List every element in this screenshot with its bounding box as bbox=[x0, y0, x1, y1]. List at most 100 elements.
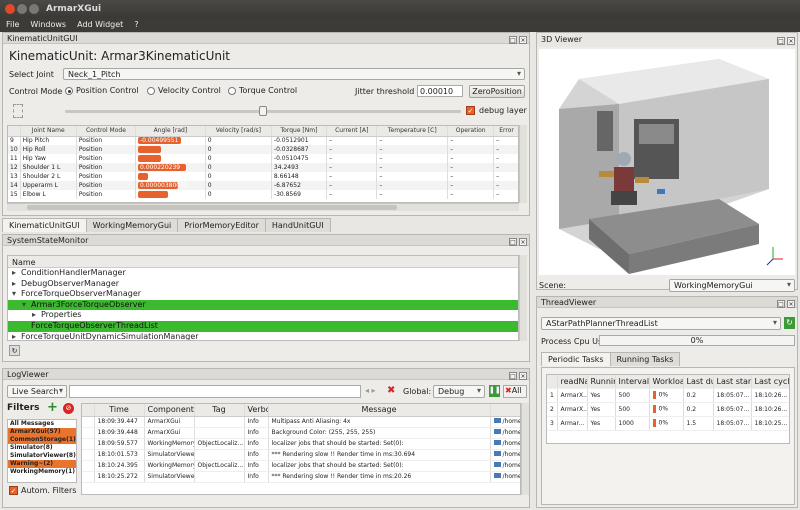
tree-arrow-icon[interactable]: ▾ bbox=[12, 289, 21, 300]
table-row[interactable]: 18:10:01.573 SimulatorViewer Info *** Rende… bbox=[82, 449, 520, 461]
global-level-select[interactable]: Debug bbox=[433, 385, 485, 398]
add-filter-icon[interactable]: + bbox=[47, 401, 58, 414]
table-row[interactable]: 18:09:39.447 ArmarXGui Info Multipass Anti … bbox=[82, 416, 520, 428]
thread-list-select[interactable]: AStarPathPlannerThreadList bbox=[541, 317, 781, 330]
tree-item[interactable]: ▸ ForceTorqueUnitDynamicSimulationManager bbox=[8, 332, 518, 340]
filter-item[interactable]: Warning~(2) bbox=[8, 460, 76, 468]
col-header[interactable] bbox=[547, 375, 558, 389]
table-row[interactable]: 15 Elbow L Position 0 -30.8569– – – – bbox=[8, 190, 518, 199]
refresh-icon[interactable]: ↻ bbox=[9, 345, 20, 356]
log-file[interactable]: /home/ bbox=[490, 460, 520, 472]
col-header[interactable]: Component bbox=[144, 404, 195, 417]
maximize-icon[interactable] bbox=[29, 4, 39, 14]
pause-icon[interactable]: ❚❚ bbox=[489, 385, 501, 397]
joint-table-scrollbar[interactable] bbox=[519, 125, 527, 203]
nav-arrows-icon[interactable]: ◂ ▸ bbox=[365, 386, 376, 395]
tab-handunitgui[interactable]: HandUnitGUI bbox=[264, 218, 331, 232]
tree-item[interactable]: ▾ Armar3ForceTorqueObserver bbox=[8, 299, 518, 311]
col-header[interactable]: Last duration bbox=[683, 375, 714, 389]
col-header[interactable]: Control Mode bbox=[76, 126, 137, 137]
col-header[interactable]: Tag bbox=[194, 404, 245, 417]
col-header[interactable] bbox=[490, 404, 520, 417]
table-row[interactable]: 1 ArmarX... Yes 500 0% 0.2 18:05:07... 18:10:26… bbox=[547, 388, 789, 403]
table-row[interactable]: 10 Hip Roll Position 0 -0.0328687– – – – bbox=[8, 145, 518, 154]
tab-workingmemorygui[interactable]: WorkingMemoryGui bbox=[85, 218, 179, 232]
table-row[interactable]: 18:10:24.395 WorkingMemory ObjectLocaliz..… bbox=[82, 460, 520, 472]
filter-item[interactable]: Simulator(8) bbox=[8, 444, 76, 452]
tree-item[interactable]: ▸ DebugObserverManager bbox=[8, 279, 518, 290]
close-icon[interactable] bbox=[5, 4, 15, 14]
table-row[interactable]: 18:09:59.577 WorkingMemory ObjectLocaliz..… bbox=[82, 438, 520, 450]
joint-slider-handle[interactable] bbox=[259, 106, 267, 116]
clear-search-icon[interactable]: ✖ bbox=[387, 385, 398, 397]
search-mode-select[interactable]: Live Search bbox=[7, 385, 67, 398]
col-header[interactable]: Workload bbox=[649, 375, 684, 389]
tree-item[interactable]: ▸ ConditionHandlerManager bbox=[8, 268, 518, 279]
tree-arrow-icon[interactable]: ▾ bbox=[22, 300, 31, 311]
close-icon[interactable]: × bbox=[519, 372, 527, 380]
menu-help[interactable]: ? bbox=[128, 18, 143, 29]
debug-layer-checkbox[interactable]: ✓ bbox=[466, 106, 475, 115]
col-header[interactable]: Operation bbox=[447, 126, 495, 137]
filter-item[interactable]: All Messages bbox=[8, 420, 76, 428]
table-row[interactable]: 14 Upperarm L Position 0.00000380032 0 -6.876… bbox=[8, 181, 518, 190]
tab-running-tasks[interactable]: Running Tasks bbox=[609, 352, 681, 366]
close-icon[interactable]: × bbox=[519, 36, 527, 44]
menu-add-widget[interactable]: Add Widget bbox=[71, 18, 128, 29]
tree-item[interactable]: ▾ ForceTorqueObserverManager bbox=[8, 289, 518, 300]
col-header[interactable]: Torque [Nm] bbox=[271, 126, 328, 137]
jitter-threshold-input[interactable]: 0.00010 bbox=[417, 85, 463, 97]
col-header[interactable]: readNan bbox=[557, 375, 588, 389]
log-scrollbar[interactable] bbox=[521, 403, 529, 495]
torque-control-radio[interactable]: Torque Control bbox=[228, 86, 297, 95]
ssm-scrollbar[interactable] bbox=[519, 255, 527, 341]
table-row[interactable]: 11 Hip Yaw Position 0 -0.0510475– – – – bbox=[8, 154, 518, 163]
col-header[interactable]: Last start time bbox=[713, 375, 752, 389]
col-header[interactable] bbox=[8, 126, 21, 137]
col-header[interactable]: Running bbox=[587, 375, 616, 389]
tree-item[interactable]: ForceTorqueObserverThreadList bbox=[8, 320, 518, 332]
table-row[interactable]: 18:10:25.272 SimulatorViewer Info *** Rende… bbox=[82, 471, 520, 483]
log-file[interactable]: /home/ bbox=[490, 438, 520, 450]
clear-all-button[interactable]: ✖All bbox=[503, 385, 527, 398]
refresh-icon[interactable]: ↻ bbox=[784, 317, 795, 329]
col-header[interactable]: Last cycle start bbox=[751, 375, 789, 389]
filter-item[interactable]: SimulatorViewer(8) bbox=[8, 452, 76, 460]
float-icon[interactable]: □ bbox=[509, 372, 517, 380]
remove-filter-icon[interactable]: ⊘ bbox=[63, 403, 74, 414]
col-header[interactable]: Velocity [rad/s] bbox=[205, 126, 272, 137]
col-header[interactable]: Interval (ms) bbox=[615, 375, 650, 389]
log-file[interactable]: /home/ bbox=[490, 416, 520, 428]
velocity-control-radio[interactable]: Velocity Control bbox=[147, 86, 221, 95]
position-control-radio[interactable]: Position Control bbox=[65, 86, 139, 95]
tree-arrow-icon[interactable]: ▸ bbox=[12, 279, 21, 290]
zero-position-button[interactable]: ZeroPosition bbox=[469, 85, 525, 98]
log-file[interactable]: /home/ bbox=[490, 471, 520, 483]
tab-kinematicunitgui[interactable]: KinematicUnitGUI bbox=[2, 218, 87, 232]
col-header[interactable]: Error bbox=[493, 126, 518, 137]
menu-file[interactable]: File bbox=[0, 18, 24, 29]
minimize-icon[interactable] bbox=[17, 4, 27, 14]
menu-windows[interactable]: Windows bbox=[24, 18, 71, 29]
close-icon[interactable]: × bbox=[787, 37, 795, 45]
close-icon[interactable]: × bbox=[787, 300, 795, 308]
tab-priormemoryeditor[interactable]: PriorMemoryEditor bbox=[177, 218, 266, 232]
autom-filters-checkbox[interactable]: ✓ bbox=[9, 486, 18, 495]
col-header[interactable]: Verbosity bbox=[244, 404, 269, 417]
log-search-input[interactable] bbox=[69, 385, 361, 398]
col-header[interactable]: Current [A] bbox=[326, 126, 378, 137]
col-header[interactable]: Temperature [C] bbox=[376, 126, 449, 137]
float-icon[interactable]: □ bbox=[777, 300, 785, 308]
joint-select[interactable]: Neck_1_Pitch bbox=[63, 68, 525, 80]
filter-item[interactable]: ArmarXGui(57) bbox=[8, 428, 76, 436]
log-file[interactable]: /home/ bbox=[490, 449, 520, 461]
float-icon[interactable]: □ bbox=[509, 238, 517, 246]
col-header[interactable] bbox=[82, 404, 95, 417]
spinner-icon[interactable] bbox=[13, 104, 23, 118]
close-icon[interactable]: × bbox=[519, 238, 527, 246]
col-header[interactable]: Message bbox=[268, 404, 491, 417]
tree-arrow-icon[interactable]: ▸ bbox=[32, 310, 41, 321]
col-header[interactable]: Joint Name bbox=[20, 126, 77, 137]
table-row[interactable]: 12 Shoulder 1 L Position 0.000220239 0 34.249… bbox=[8, 163, 518, 172]
table-row[interactable]: 18:09:39.448 ArmarXGui Info Background Colo… bbox=[82, 427, 520, 439]
